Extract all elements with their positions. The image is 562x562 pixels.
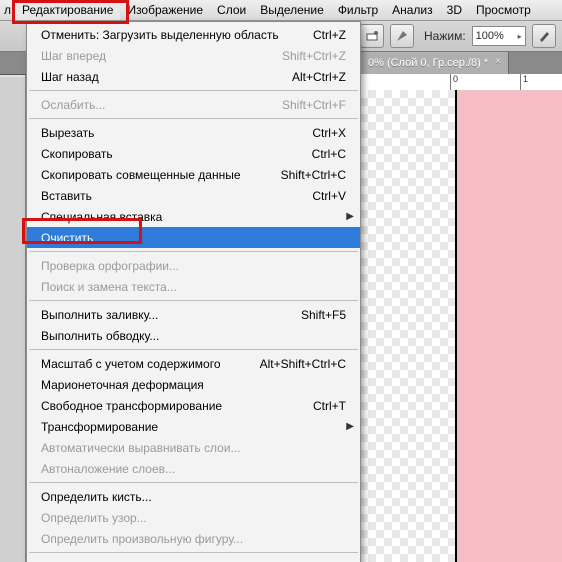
menu-3d[interactable]: 3D [440, 0, 469, 20]
menu-item-label: Очистить [41, 231, 346, 245]
menu-item[interactable]: Удалить из памяти▶ [27, 556, 360, 562]
menu-item[interactable]: Специальная вставка▶ [27, 206, 360, 227]
menu-separator [29, 251, 358, 252]
menu-separator [29, 482, 358, 483]
menu-separator [29, 349, 358, 350]
menu-item: Ослабить...Shift+Ctrl+F [27, 94, 360, 115]
menu-item[interactable]: ВставитьCtrl+V [27, 185, 360, 206]
edit-menu-dropdown: Отменить: Загрузить выделенную областьCt… [26, 21, 361, 562]
menu-item: Шаг впередShift+Ctrl+Z [27, 45, 360, 66]
menu-item[interactable]: Шаг назадAlt+Ctrl+Z [27, 66, 360, 87]
menu-item-label: Выполнить заливку... [41, 308, 301, 322]
menu-separator [29, 552, 358, 553]
menu-item-shortcut: Shift+Ctrl+C [281, 168, 346, 182]
menu-item-label: Свободное трансформирование [41, 399, 313, 413]
menu-item[interactable]: Выполнить заливку...Shift+F5 [27, 304, 360, 325]
pressure-field[interactable]: 100% ▸ [472, 26, 526, 46]
pressure-label: Нажим: [424, 29, 466, 43]
menu-item-label: Шаг вперед [41, 49, 282, 63]
photoshop-window: л Редактирование Изображение Слои Выделе… [0, 0, 562, 562]
menu-item-label: Определить узор... [41, 511, 346, 525]
menu-item-label: Проверка орфографии... [41, 259, 346, 273]
document-tab[interactable]: 0% (Слой 0, Гр.сер./8) * × [360, 52, 509, 74]
menu-item-label: Ослабить... [41, 98, 282, 112]
menu-item-label: Автоматически выравнивать слои... [41, 441, 346, 455]
canvas-surface[interactable]: ｼｼ ｼｼｼ ｼｼ ｼｼｼ ｼｼ ｼ ｼｼ ｼｼｼ ｼｼ ｼｼ ｼｼｼ ｼ ｼｼ… [455, 90, 562, 562]
menu-item-shortcut: Alt+Ctrl+Z [292, 70, 346, 84]
menu-item-shortcut: Ctrl+V [312, 189, 346, 203]
menu-item-label: Скопировать совмещенные данные [41, 168, 281, 182]
chevron-right-icon: ▶ [346, 211, 354, 222]
menu-item-shortcut: Shift+Ctrl+F [282, 98, 346, 112]
menu-item[interactable]: Масштаб с учетом содержимогоAlt+Shift+Ct… [27, 353, 360, 374]
menu-image[interactable]: Изображение [120, 0, 210, 20]
menu-item-shortcut: Ctrl+Z [313, 28, 346, 42]
menu-item-label: Шаг назад [41, 70, 292, 84]
menu-item-label: Вставить [41, 189, 312, 203]
menu-item-label: Автоналожение слоев... [41, 462, 346, 476]
left-panel-strip: 25 им [0, 52, 26, 562]
menu-item-label: Определить произвольную фигуру... [41, 532, 346, 546]
menu-item-label: Определить кисть... [41, 490, 346, 504]
chevron-right-icon: ▸ [518, 32, 522, 41]
menu-item-shortcut: Ctrl+C [312, 147, 346, 161]
menu-filter[interactable]: Фильтр [331, 0, 385, 20]
menu-item-shortcut: Shift+F5 [301, 308, 346, 322]
menu-item[interactable]: Свободное трансформированиеCtrl+T [27, 395, 360, 416]
ruler-tick: 1 [520, 74, 528, 90]
menu-separator [29, 118, 358, 119]
menu-item[interactable]: Скопировать совмещенные данныеShift+Ctrl… [27, 164, 360, 185]
menu-stub: л [0, 3, 15, 17]
document-tab-title: 0% (Слой 0, Гр.сер./8) * [368, 57, 488, 69]
menu-item-label: Специальная вставка [41, 210, 346, 224]
menu-item[interactable]: Очистить [27, 227, 360, 248]
menu-item: Поиск и замена текста... [27, 276, 360, 297]
menu-edit[interactable]: Редактирование [15, 0, 120, 20]
menu-item-label: Марионеточная деформация [41, 378, 346, 392]
menu-item[interactable]: Определить кисть... [27, 486, 360, 507]
menu-item[interactable]: Марионеточная деформация [27, 374, 360, 395]
menu-item-shortcut: Ctrl+X [312, 126, 346, 140]
menu-separator [29, 90, 358, 91]
menu-item: Определить узор... [27, 507, 360, 528]
ruler-tick: 0 [450, 74, 458, 90]
menu-item-label: Отменить: Загрузить выделенную область [41, 28, 313, 42]
close-icon[interactable]: × [492, 56, 504, 68]
menu-view[interactable]: Просмотр [469, 0, 538, 20]
menu-item-label: Вырезать [41, 126, 312, 140]
menu-item-label: Выполнить обводку... [41, 329, 346, 343]
menu-item: Проверка орфографии... [27, 255, 360, 276]
menu-select[interactable]: Выделение [253, 0, 331, 20]
menu-item-label: Поиск и замена текста... [41, 280, 346, 294]
menu-item-label: Скопировать [41, 147, 312, 161]
menu-separator [29, 300, 358, 301]
menu-item-label: Масштаб с учетом содержимого [41, 357, 260, 371]
chevron-right-icon: ▶ [346, 421, 354, 432]
menu-analysis[interactable]: Анализ [385, 0, 440, 20]
menu-item: Автоматически выравнивать слои... [27, 437, 360, 458]
menu-item[interactable]: Выполнить обводку... [27, 325, 360, 346]
pressure-pen-button[interactable] [532, 24, 556, 48]
menu-bar: л Редактирование Изображение Слои Выделе… [0, 0, 562, 21]
airbrush-toggle-button[interactable] [390, 24, 414, 48]
horizontal-ruler: 0 1 [360, 74, 562, 91]
eraser-sample-button[interactable] [360, 24, 384, 48]
menu-item-label: Трансформирование [41, 420, 346, 434]
menu-item[interactable]: Трансформирование▶ [27, 416, 360, 437]
menu-layers[interactable]: Слои [210, 0, 253, 20]
menu-item-shortcut: Shift+Ctrl+Z [282, 49, 346, 63]
menu-item-shortcut: Alt+Shift+Ctrl+C [260, 357, 346, 371]
menu-item-shortcut: Ctrl+T [313, 399, 346, 413]
menu-item[interactable]: Отменить: Загрузить выделенную областьCt… [27, 24, 360, 45]
menu-item[interactable]: ВырезатьCtrl+X [27, 122, 360, 143]
menu-item[interactable]: СкопироватьCtrl+C [27, 143, 360, 164]
pressure-value: 100% [476, 30, 504, 42]
menu-item: Определить произвольную фигуру... [27, 528, 360, 549]
menu-item: Автоналожение слоев... [27, 458, 360, 479]
